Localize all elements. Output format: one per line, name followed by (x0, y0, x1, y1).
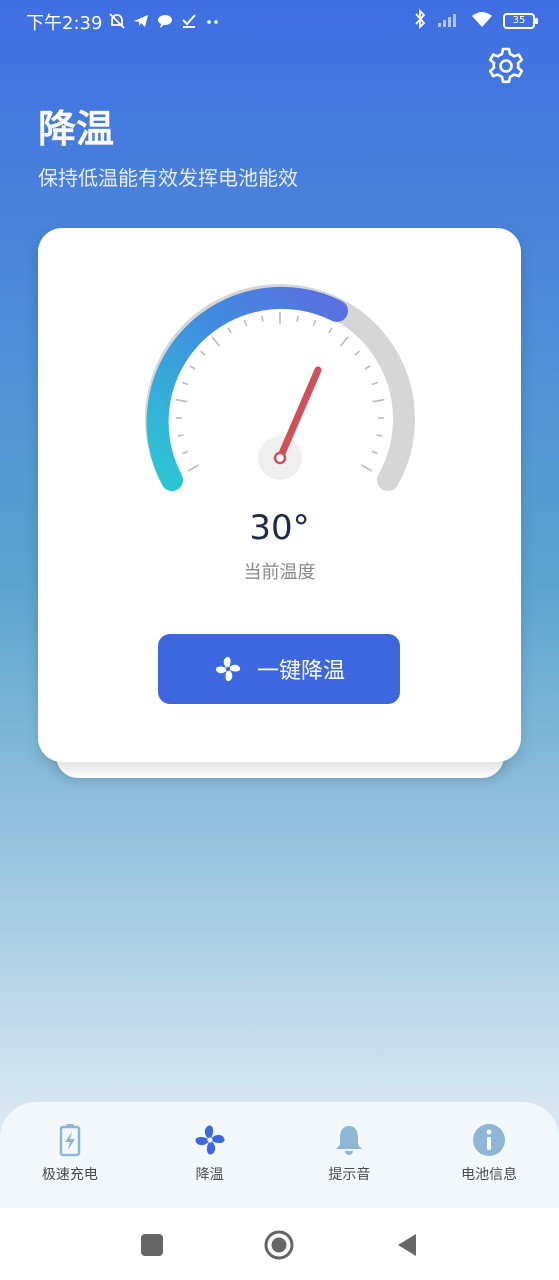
temperature-card: 30° 当前温度 一键降温 (38, 228, 521, 762)
nav-label-cooling: 降温 (195, 1167, 224, 1183)
gauge-tick (181, 450, 189, 455)
settings-button[interactable] (484, 44, 528, 88)
gauge-tick (181, 381, 189, 386)
gauge-tick (354, 350, 361, 356)
nav-item-fast-charge[interactable]: 极速充电 (15, 1122, 125, 1184)
system-nav-bar (0, 1208, 559, 1280)
page-title: 降温 (38, 107, 115, 151)
nav-item-cooling[interactable]: 降温 (155, 1122, 265, 1184)
current-temperature-value: 30° (249, 508, 310, 548)
gauge-tick (175, 398, 188, 403)
bluetooth-icon (413, 8, 427, 32)
telegram-icon (132, 12, 150, 33)
gauge-tick (364, 365, 371, 370)
gauge-tick (339, 336, 349, 347)
wifi-icon (471, 10, 493, 31)
gauge-tick (261, 315, 264, 322)
gauge-tick (187, 464, 199, 472)
nav-item-battery-info[interactable]: 电池信息 (434, 1122, 544, 1184)
gauge-tick (189, 365, 196, 370)
gauge-tick (372, 398, 385, 403)
gear-icon (488, 47, 524, 84)
recent-apps-icon[interactable] (137, 1230, 167, 1260)
status-left: 下午2:39 (26, 9, 222, 35)
bell-icon (336, 1126, 363, 1155)
chat-icon (156, 12, 174, 33)
gauge-tick (312, 319, 317, 327)
battery-indicator: 35 (503, 12, 538, 29)
battery-charge-icon (59, 1124, 81, 1157)
alarm-off-icon (108, 12, 126, 33)
one-click-cool-button[interactable]: 一键降温 (158, 634, 400, 704)
gauge-tick (199, 350, 206, 356)
nav-label-alert-sound: 提示音 (328, 1167, 371, 1183)
needle-pin (273, 451, 287, 465)
one-click-cool-label: 一键降温 (256, 659, 345, 684)
status-bar: 下午2:39 35 (0, 0, 559, 40)
gauge-tick (328, 327, 333, 334)
nav-label-fast-charge: 极速充电 (41, 1167, 98, 1183)
page-subtitle: 保持低温能有效发挥电池能效 (38, 166, 298, 190)
gauge-tick (376, 434, 383, 437)
gauge-needle (276, 366, 322, 462)
bottom-nav: 极速充电 降温 提示音 电池信息 (0, 1102, 559, 1208)
gauge-tick (361, 464, 373, 472)
gauge-tick (243, 319, 248, 327)
home-icon[interactable] (264, 1230, 294, 1260)
fan-icon (215, 656, 241, 682)
status-time: 下午2:39 (26, 13, 103, 34)
nav-item-alert-sound[interactable]: 提示音 (294, 1122, 404, 1184)
gauge-tick (296, 315, 299, 322)
gauge-tick (371, 450, 379, 455)
more-dots-icon (204, 12, 222, 33)
gauge-tick (177, 434, 184, 437)
fan-icon (195, 1125, 225, 1155)
gauge-tick (371, 381, 379, 386)
status-right: 35 (413, 8, 538, 32)
info-icon (473, 1124, 506, 1156)
temperature-gauge (145, 284, 415, 491)
signal-icon (437, 10, 461, 31)
check-icon (180, 12, 198, 33)
nav-label-battery-info: 电池信息 (461, 1167, 518, 1183)
back-icon[interactable] (392, 1230, 422, 1260)
gauge-tick (211, 336, 221, 347)
gauge-tick (227, 327, 232, 334)
current-temperature-label: 当前温度 (243, 562, 316, 583)
